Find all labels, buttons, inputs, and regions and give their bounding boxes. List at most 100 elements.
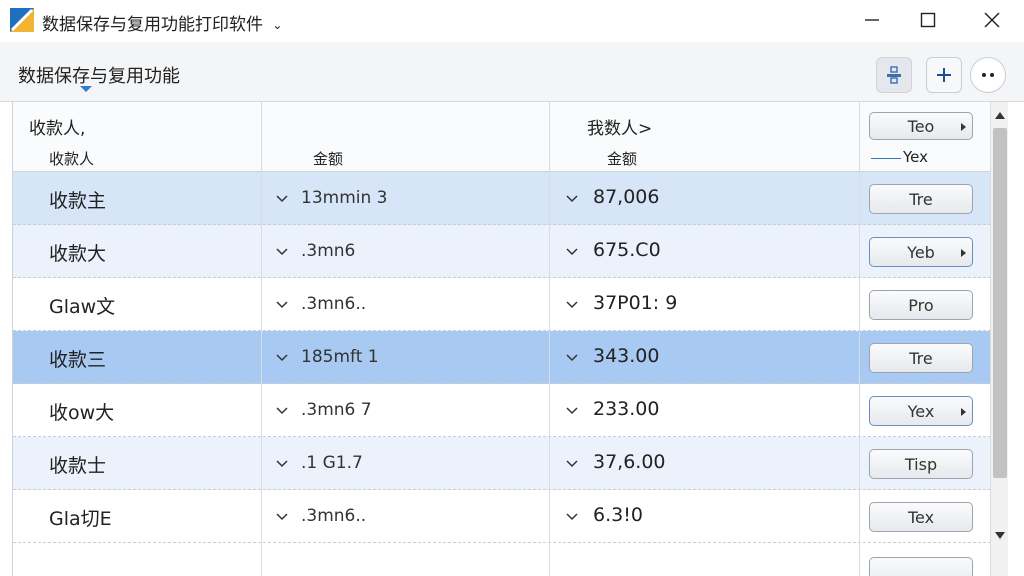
row-action-label: Yeb [907,242,935,262]
minimize-button[interactable] [842,0,902,40]
table-row[interactable]: 收款大 .3mn6 675.C0 Yeb [13,225,990,278]
subheader-payee[interactable]: 收款人 [49,148,94,169]
dropdown-arrow-icon [961,123,966,131]
row-action-label: Pro [908,295,934,315]
chevron-down-icon[interactable] [275,350,289,364]
table-row[interactable]: 收ow大 .3mn6 7 233.00 Yex [13,384,990,437]
subheader-type[interactable]: Yex [903,148,928,166]
chevron-down-icon[interactable] [275,244,289,258]
payee-cell[interactable]: 收ow大 [49,398,114,425]
subheader-amount[interactable]: 金额 [313,148,343,169]
table-row[interactable]: Gla切E .3mn6.. 6.3!0 Tex [13,490,990,543]
section-title[interactable]: 数据保存与复用功能 [18,62,180,88]
row-action-label: Tre [909,189,933,209]
dropdown-arrow-icon [961,249,966,257]
row-action-button[interactable]: Pro [869,290,973,320]
data-grid: 收款人, 我数人> Teo 收款人 金额 金额 Yex 收款主 13mmin 3 8… [12,102,990,576]
row-action-button[interactable]: Tre [869,184,973,214]
more-button[interactable] [970,57,1006,93]
minimize-icon [865,19,879,21]
chevron-down-icon[interactable] [565,403,579,417]
scroll-down-icon[interactable] [995,532,1005,539]
header-payee[interactable]: 收款人, [29,114,85,139]
value-cell[interactable]: 6.3!0 [593,504,643,526]
header-type-label: Teo [907,116,935,136]
row-action-label: Yex [907,401,935,421]
chevron-down-icon[interactable] [565,191,579,205]
column-divider [859,102,860,576]
chevron-down-icon[interactable] [275,297,289,311]
title-bar: 数据保存与复用功能打印软件 ⌄ [0,0,1024,42]
chevron-down-icon[interactable] [275,456,289,470]
row-action-button[interactable] [869,557,973,576]
close-icon [984,12,1000,28]
table-row-partial[interactable] [13,543,990,576]
payee-cell[interactable]: 收款三 [49,345,106,372]
row-action-label: Tex [907,507,935,527]
chevron-down-icon[interactable] [565,244,579,258]
chevron-down-icon[interactable]: ⌄ [272,18,282,32]
amount-cell[interactable]: .3mn6.. [301,294,366,314]
header-underline [871,158,901,159]
column-divider [549,102,550,576]
more-icon [982,73,994,77]
header-type-dropdown[interactable]: Teo [869,112,973,140]
row-action-button[interactable]: Tex [869,502,973,532]
row-action-button[interactable]: Tisp [869,449,973,479]
chevron-down-icon[interactable] [565,297,579,311]
table-row[interactable]: 收款士 .1 G1.7 37,6.00 Tisp [13,437,990,490]
window-edge [1008,102,1024,576]
value-cell[interactable]: 233.00 [593,398,659,420]
amount-cell[interactable]: .3mn6 7 [301,400,372,420]
dropdown-arrow-icon [961,408,966,416]
chevron-down-icon[interactable] [275,509,289,523]
amount-cell[interactable]: .1 G1.7 [301,453,363,473]
grid-header-top: 收款人, 我数人> Teo [13,102,990,142]
chevron-down-icon[interactable] [565,509,579,523]
caret-down-icon [80,86,92,92]
window-title-text: 数据保存与复用功能打印软件 [42,15,263,35]
row-action-button[interactable]: Yeb [869,237,973,267]
amount-cell[interactable]: .3mn6 [301,241,355,261]
payee-cell[interactable]: Glaw文 [49,292,115,319]
grid-header-sub: 收款人 金额 金额 Yex [13,142,990,172]
amount-cell[interactable]: 185mft 1 [301,347,379,367]
value-cell[interactable]: 37,6.00 [593,451,666,473]
row-action-label: Tisp [904,454,938,474]
amount-cell[interactable]: .3mn6.. [301,506,366,526]
table-row[interactable]: Glaw文 .3mn6.. 37P01: 9 Pro [13,278,990,331]
value-cell[interactable]: 675.C0 [593,239,661,261]
scroll-up-icon[interactable] [995,112,1005,119]
header-payer[interactable]: 我数人> [587,114,652,139]
chevron-down-icon[interactable] [565,350,579,364]
value-cell[interactable]: 343.00 [593,345,659,367]
window-title[interactable]: 数据保存与复用功能打印软件 ⌄ [42,10,282,35]
table-row[interactable]: 收款三 185mft 1 343.00 Tre [13,331,990,384]
payee-cell[interactable]: Gla切E [49,504,112,531]
chevron-down-icon[interactable] [275,403,289,417]
share-icon [887,66,901,84]
add-button[interactable] [926,57,962,93]
payee-cell[interactable]: 收款大 [49,239,106,266]
payee-cell[interactable]: 收款主 [49,186,106,213]
toolbar: 数据保存与复用功能 [0,42,1024,102]
row-action-button[interactable]: Tre [869,343,973,373]
vertical-scrollbar[interactable] [990,102,1008,576]
row-action-button[interactable]: Yex [869,396,973,426]
table-row[interactable]: 收款主 13mmin 3 87,006 Tre [13,172,990,225]
app-logo-icon [10,8,34,32]
amount-cell[interactable]: 13mmin 3 [301,188,387,208]
subheader-amount-2[interactable]: 金额 [607,148,637,169]
maximize-button[interactable] [898,0,958,40]
plus-icon [937,68,951,82]
close-button[interactable] [962,0,1022,40]
payee-cell[interactable]: 收款士 [49,451,106,478]
column-divider [261,102,262,576]
chevron-down-icon[interactable] [275,191,289,205]
value-cell[interactable]: 37P01: 9 [593,292,677,314]
chevron-down-icon[interactable] [565,456,579,470]
row-action-label: Tre [909,348,933,368]
scroll-thumb[interactable] [993,128,1007,478]
share-button[interactable] [876,57,912,93]
value-cell[interactable]: 87,006 [593,186,659,208]
